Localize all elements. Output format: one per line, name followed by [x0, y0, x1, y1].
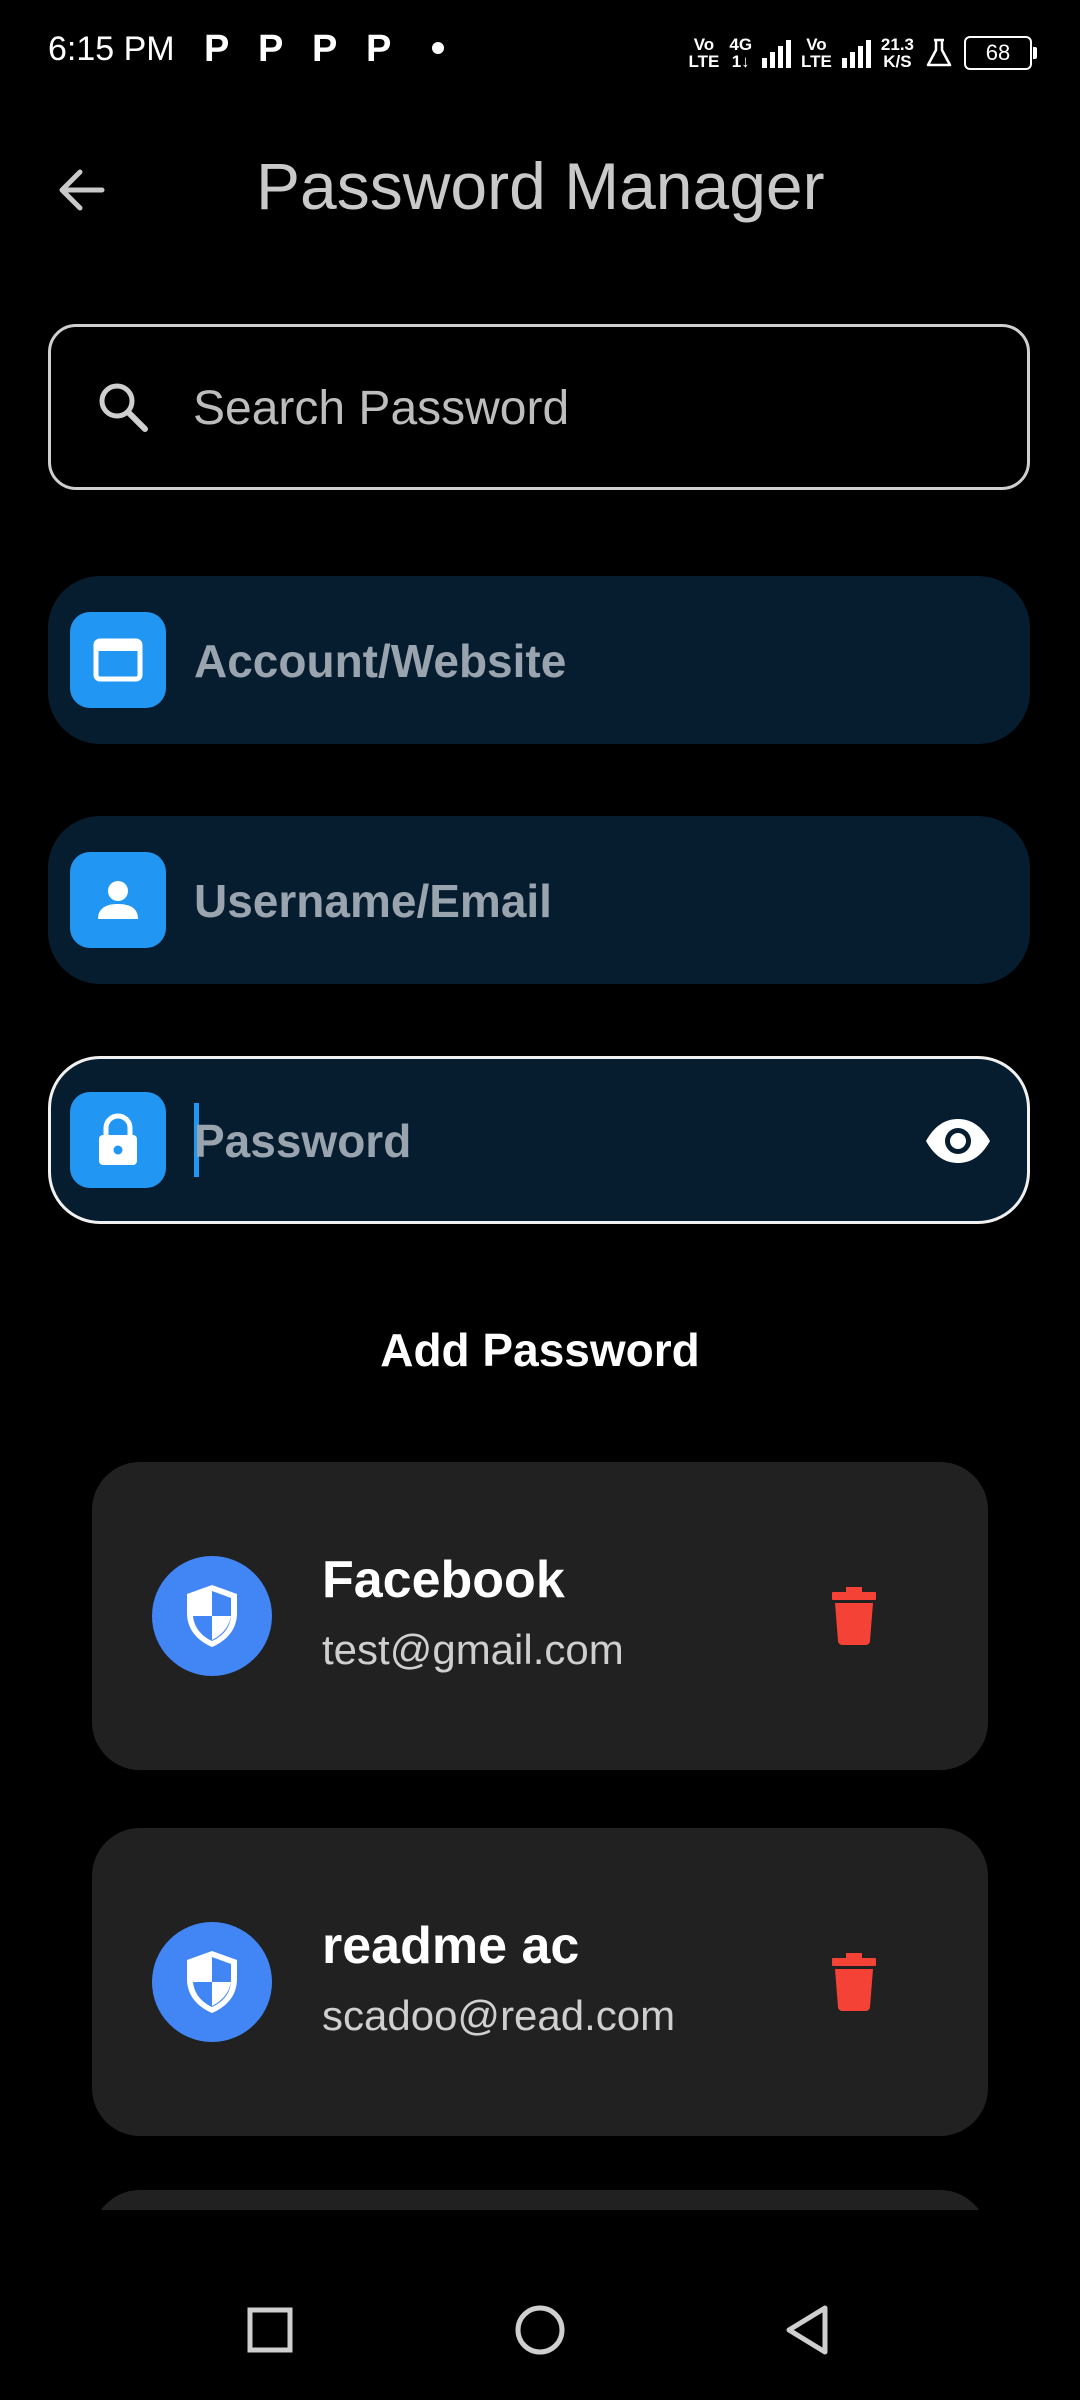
password-entry-card[interactable]: Facebook test@gmail.com	[92, 1462, 988, 1770]
password-input[interactable]	[192, 1094, 936, 1188]
back-button[interactable]	[52, 160, 112, 220]
home-button[interactable]	[500, 2290, 580, 2370]
toggle-visibility-button[interactable]	[923, 1109, 993, 1173]
triangle-back-icon	[786, 2305, 828, 2355]
username-input[interactable]	[192, 854, 936, 948]
square-icon	[247, 2307, 293, 2353]
entry-title: Facebook	[322, 1551, 565, 1609]
browser-window-icon	[70, 612, 166, 708]
shield-icon	[152, 1922, 272, 2042]
trash-icon	[832, 1953, 876, 2011]
volte-icon: Vo LTE	[688, 35, 720, 71]
search-box[interactable]	[48, 324, 1030, 490]
entry-username: test@gmail.com	[322, 1626, 624, 1673]
password-field[interactable]	[48, 1056, 1030, 1224]
flask-icon	[926, 38, 952, 67]
password-entry-card[interactable]: readme ac scadoo@read.com	[92, 1828, 988, 2136]
signal-icon	[762, 38, 792, 68]
notification-icon: P	[258, 28, 284, 70]
entry-title: readme ac	[322, 1917, 580, 1975]
system-nav-bar	[0, 2250, 1080, 2400]
account-input[interactable]	[192, 614, 936, 708]
volte-icon: Vo LTE	[801, 35, 832, 71]
status-indicators: Vo LTE 4G 1↓ Vo LTE 21.3 K/S 68	[688, 28, 1037, 78]
add-password-button[interactable]: Add Password	[340, 1300, 740, 1400]
delete-button[interactable]	[822, 1946, 886, 2018]
delete-button[interactable]	[822, 1580, 886, 1652]
eye-icon	[926, 1119, 990, 1163]
entry-username: scadoo@read.com	[322, 1992, 676, 2039]
shield-icon	[152, 1556, 272, 1676]
page-title: Password Manager	[256, 149, 825, 223]
notification-dot-icon	[432, 42, 444, 54]
search-input[interactable]	[191, 367, 975, 449]
trash-icon	[832, 1587, 876, 1645]
account-field[interactable]	[48, 576, 1030, 744]
signal-icon	[841, 38, 871, 68]
arrow-left-icon	[59, 169, 105, 211]
battery-icon: 68	[964, 36, 1037, 70]
username-field[interactable]	[48, 816, 1030, 984]
search-icon	[99, 383, 148, 432]
network-speed: 21.3 K/S	[880, 35, 914, 71]
battery-level: 68	[985, 40, 1011, 65]
lock-icon	[70, 1092, 166, 1188]
person-icon	[70, 852, 166, 948]
notification-icon: P	[204, 28, 230, 70]
notification-icon: P	[312, 28, 338, 70]
notification-icon: P	[366, 28, 392, 70]
status-bar: 6:15 PM P P P P Vo LTE 4G 1↓ Vo LTE 21.3 K/S…	[0, 0, 1080, 110]
circle-icon	[515, 2305, 565, 2355]
recents-button[interactable]	[230, 2290, 310, 2370]
network-4g-icon: 4G 1↓	[729, 35, 753, 71]
nav-back-button[interactable]	[766, 2290, 846, 2370]
status-time: 6:15 PM	[48, 30, 175, 68]
